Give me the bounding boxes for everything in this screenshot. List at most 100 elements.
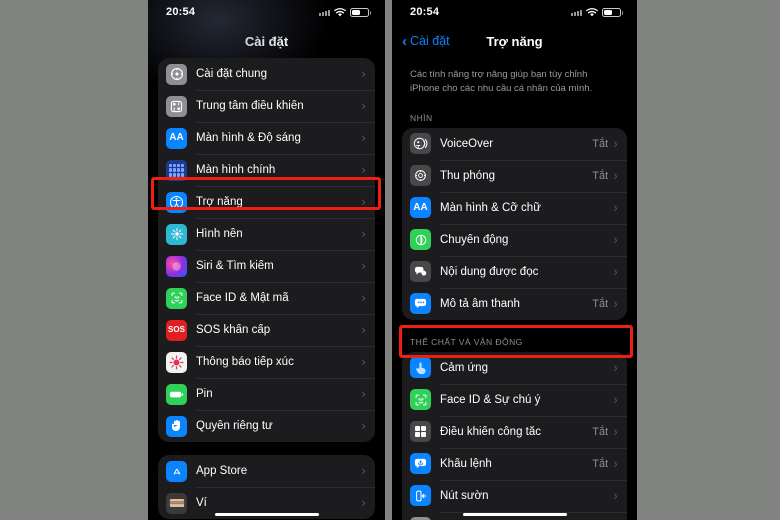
nav-title-settings: Cài đặt	[244, 33, 289, 49]
section-header-vision: NHÌN	[410, 112, 433, 123]
cellular-signal-icon	[571, 8, 582, 16]
row-khau-lenh[interactable]: Khẩu lệnh Tắt ›	[402, 447, 627, 480]
row-label: Quyền riêng tư	[196, 420, 273, 432]
settings-list-left[interactable]: Cài đặt chung › Trung tâm điều khiển › A…	[148, 58, 385, 520]
display-text-size-icon: AA	[410, 197, 431, 218]
back-label: Cài đặt	[410, 34, 450, 48]
gear-icon	[166, 63, 187, 85]
row-dieu-khien-cong-tac[interactable]: Điều khiển công tắc Tắt ›	[402, 415, 627, 448]
row-label: Thu phóng	[440, 169, 495, 182]
chevron-right-icon: ›	[361, 419, 366, 433]
row-trung-tam-dieu-khien[interactable]: Trung tâm điều khiển ›	[158, 90, 375, 122]
privacy-hand-icon	[166, 415, 187, 437]
row-label: Nội dung được đọc	[440, 265, 539, 278]
voiceover-icon	[410, 133, 431, 154]
chevron-right-icon: ›	[361, 131, 366, 145]
sos-glyph: SOS	[168, 325, 185, 334]
row-face-id-su-chu-y[interactable]: Face ID & Sự chú ý ›	[402, 383, 627, 416]
side-button-icon	[410, 485, 431, 506]
row-siri-tim-kiem[interactable]: Siri & Tìm kiếm ›	[158, 250, 375, 282]
back-button[interactable]: ‹ Cài đặt	[402, 34, 450, 49]
row-label: Hình nền	[196, 228, 243, 240]
row-voiceover[interactable]: VoiceOver Tắt ›	[402, 128, 627, 160]
exposure-notification-icon	[166, 351, 187, 373]
row-nut-suon[interactable]: Nút sườn ›	[402, 479, 627, 512]
chevron-right-icon: ›	[613, 136, 618, 151]
row-label: Pin	[196, 388, 213, 400]
face-id-icon	[410, 389, 431, 410]
row-label: Ví	[196, 497, 207, 509]
accessibility-icon	[166, 191, 187, 213]
row-man-hinh-do-sang[interactable]: AA Màn hình & Độ sáng ›	[158, 122, 375, 154]
row-thu-phong[interactable]: Thu phóng Tắt ›	[402, 159, 627, 192]
row-mo-ta-am-thanh[interactable]: Mô tả âm thanh Tắt ›	[402, 287, 627, 320]
wallet-icon	[166, 492, 187, 514]
row-label: Siri & Tìm kiếm	[196, 260, 274, 272]
row-label: Trung tâm điều khiển	[196, 100, 304, 112]
chevron-right-icon: ›	[613, 296, 618, 311]
chevron-right-icon: ›	[613, 168, 618, 183]
chevron-right-icon: ›	[361, 464, 366, 478]
row-pin[interactable]: Pin ›	[158, 378, 375, 410]
siri-icon	[166, 255, 187, 277]
row-label: Màn hình & Cỡ chữ	[440, 201, 541, 214]
grid-dots	[169, 163, 184, 177]
voice-control-icon	[410, 453, 431, 474]
nav-bar-right: ‹ Cài đặt Trợ năng	[392, 24, 637, 58]
row-cam-ung[interactable]: Cảm ứng ›	[402, 352, 627, 384]
accessibility-group-vision: VoiceOver Tắt › Thu phóng Tắt › AA Màn h…	[402, 127, 627, 320]
row-tro-nang[interactable]: Trợ năng ›	[158, 186, 375, 218]
wifi-icon	[586, 7, 598, 17]
settings-group-stores: App Store › Ví ›	[158, 455, 375, 519]
row-label: Face ID & Sự chú ý	[440, 393, 541, 406]
wallpaper-icon	[166, 223, 187, 245]
chevron-right-icon: ›	[361, 496, 366, 510]
row-value: Tắt	[592, 169, 609, 182]
accessibility-list[interactable]: Các tính năng trợ năng giúp bạn tùy chỉn…	[392, 58, 637, 520]
switch-control-icon	[410, 421, 431, 442]
row-man-hinh-chinh[interactable]: Màn hình chính ›	[158, 154, 375, 186]
row-label: Điều khiển công tắc	[440, 425, 542, 438]
row-label: App Store	[196, 465, 248, 477]
audio-description-icon	[410, 293, 431, 314]
home-indicator-left	[214, 512, 319, 516]
row-label: Màn hình & Độ sáng	[196, 132, 301, 144]
battery-icon	[602, 7, 623, 17]
app-store-icon	[166, 460, 187, 482]
chevron-right-icon: ›	[361, 323, 366, 337]
row-label: VoiceOver	[440, 137, 494, 150]
status-bar-left: 20:54	[148, 0, 385, 24]
chevron-right-icon: ›	[361, 291, 366, 305]
chevron-right-icon: ›	[613, 488, 618, 503]
row-label: Cảm ứng	[440, 361, 488, 374]
zoom-icon	[410, 165, 431, 186]
phone-screen-settings: 20:54 Cài đặt Cài đặt chung › Trung tâm …	[148, 0, 385, 520]
row-app-store[interactable]: App Store ›	[158, 455, 375, 487]
chevron-left-icon: ‹	[402, 32, 407, 50]
row-label: Màn hình chính	[196, 164, 276, 176]
row-sos-khan-cap[interactable]: SOS SOS khẩn cấp ›	[158, 314, 375, 346]
row-label: Trợ năng	[196, 196, 243, 208]
row-label: Cài đặt chung	[196, 68, 267, 80]
row-value: Tắt	[592, 425, 609, 438]
status-bar-right: 20:54	[392, 0, 637, 24]
screenshot-stage: 20:54 Cài đặt Cài đặt chung › Trung tâm …	[0, 0, 780, 520]
row-thong-bao-tiep-xuc[interactable]: Thông báo tiếp xúc ›	[158, 346, 375, 378]
settings-group-system: Cài đặt chung › Trung tâm điều khiển › A…	[158, 58, 375, 442]
row-chuyen-dong[interactable]: Chuyển động ›	[402, 223, 627, 256]
row-cai-dat-chung[interactable]: Cài đặt chung ›	[158, 58, 375, 90]
row-quyen-rieng-tu[interactable]: Quyền riêng tư ›	[158, 410, 375, 442]
cellular-signal-icon	[319, 8, 330, 16]
row-man-hinh-co-chu[interactable]: AA Màn hình & Cỡ chữ ›	[402, 191, 627, 224]
phone-screen-accessibility: 20:54 ‹ Cài đặt Trợ năng Các tính năng t…	[392, 0, 637, 520]
motion-icon	[410, 229, 431, 250]
row-noi-dung-duoc-doc[interactable]: Nội dung được đọc ›	[402, 255, 627, 288]
aa-glyph: AA	[169, 132, 184, 143]
display-brightness-icon: AA	[166, 127, 187, 149]
home-indicator-right	[462, 512, 567, 516]
control-center-icon	[166, 95, 187, 117]
chevron-right-icon: ›	[613, 360, 618, 375]
row-hinh-nen[interactable]: Hình nền ›	[158, 218, 375, 250]
row-label: Nút sườn	[440, 489, 489, 502]
row-face-id-mat-ma[interactable]: Face ID & Mật mã ›	[158, 282, 375, 314]
